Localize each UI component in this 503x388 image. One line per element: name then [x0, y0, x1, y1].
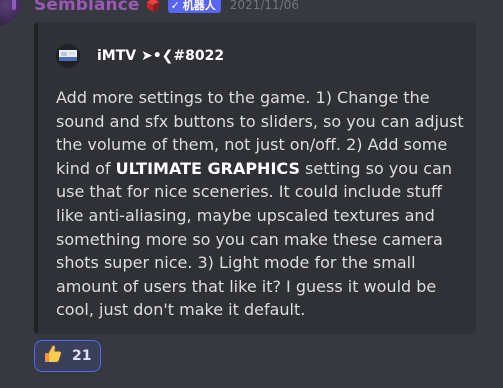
embed-author-name[interactable]: iMTV ➤•❮#8022 — [97, 48, 224, 64]
embed-author-avatar — [56, 44, 80, 68]
description-text-end: setting so you can use that for nice sce… — [56, 158, 453, 320]
message-container: Semblance ✓ 机器人 2021/11/06 iMTV ➤•❮#8022… — [0, 0, 503, 388]
embed: iMTV ➤•❮#8022 Add more settings to the g… — [34, 22, 476, 334]
message-header: Semblance ✓ 机器人 2021/11/06 — [34, 0, 299, 16]
role-gem-icon — [145, 0, 161, 13]
bot-tag: ✓ 机器人 — [167, 0, 221, 13]
message-timestamp[interactable]: 2021/11/06 — [230, 0, 299, 12]
embed-description: Add more settings to the game. 1) Change… — [56, 86, 466, 322]
user-avatar[interactable] — [0, 0, 22, 26]
thumbs-up-icon — [43, 344, 63, 368]
reaction-thumbs-up[interactable]: 21 — [34, 340, 101, 372]
description-bold-text: ULTIMATE GRAPHICS — [115, 158, 300, 178]
author-username[interactable]: Semblance — [34, 0, 140, 15]
embed-author: iMTV ➤•❮#8022 — [56, 44, 224, 68]
bot-tag-label: 机器人 — [182, 0, 216, 12]
reaction-count: 21 — [72, 348, 92, 364]
verified-check-icon: ✓ — [170, 0, 180, 12]
